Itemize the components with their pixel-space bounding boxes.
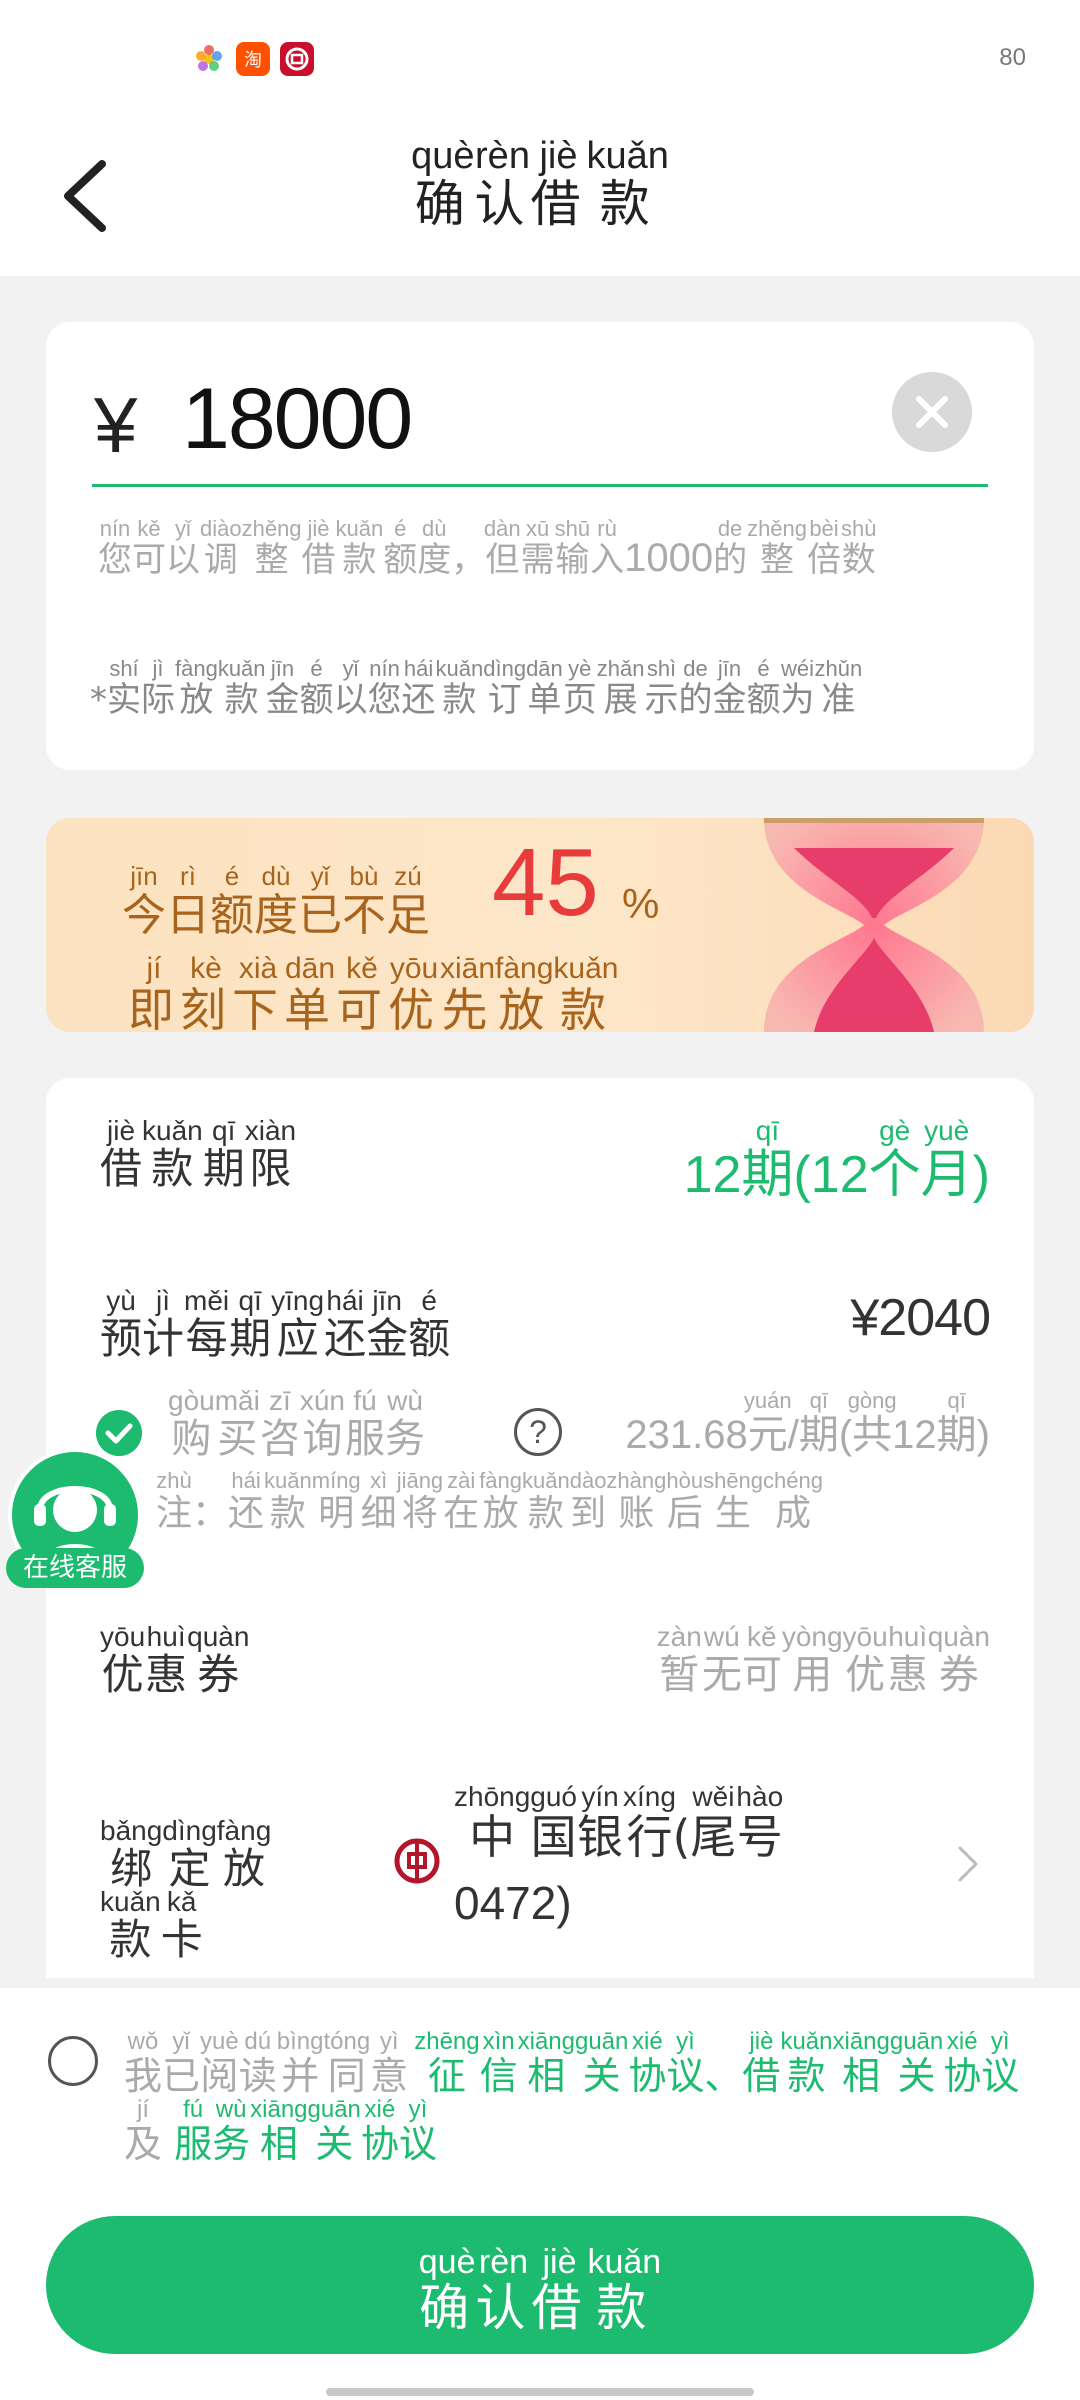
hint-number: 1000: [624, 536, 714, 580]
payment-value: ¥2040: [850, 1289, 991, 1347]
bottom-panel: 我wǒ已yǐ阅yuè读dú并bìng同tóng意yì 征zhēng信xìn相xi…: [0, 1988, 1080, 2400]
term-value[interactable]: 12期qī(12个gè月yuè): [683, 1115, 990, 1207]
agreement-radio[interactable]: [48, 2036, 98, 2086]
hourglass-icon: [764, 818, 984, 1032]
close-icon[interactable]: [892, 372, 972, 452]
term-unit: 期qī(12个gè月yuè): [741, 1115, 990, 1205]
notification-icons: 淘: [192, 42, 314, 76]
svg-text:淘: 淘: [244, 50, 262, 71]
battery-level: 80: [999, 44, 1026, 71]
agreement-text: 我wǒ已yǐ阅yuè读dú并bìng同tóng意yì 征zhēng信xìn相xi…: [124, 2030, 1044, 2172]
banner-subline: 即jí刻kè下xià单dān可kě优yōu先xiān放fàng款kuǎn: [128, 952, 619, 1033]
online-service-button[interactable]: 在线客服: [6, 1448, 144, 1590]
bank-app-icon: [280, 42, 314, 76]
confirm-loan-button[interactable]: 确què认rèn借jiè款kuǎn: [46, 2216, 1034, 2354]
loan-agreement-link[interactable]: 借jiè款kuǎn相xiāng关guān协xié议yì: [742, 2030, 1019, 2099]
amount-card: ¥ 18000 您nín可kě以yǐ调diào整zhěng借jiè款kuǎn额é…: [46, 322, 1034, 770]
service-note: 注zhù：还hái款kuǎn明míng细xì将jiāng在zài放fàng款ku…: [156, 1468, 823, 1535]
term-count: 12: [683, 1146, 742, 1204]
home-indicator[interactable]: [326, 2388, 754, 2396]
bank-name-text: 中zhōng国guó银yín行xíng(尾wěi号hào: [454, 1781, 784, 1865]
service-fee-amount: 231.68: [625, 1413, 748, 1457]
agreement-prefix: 我wǒ已yǐ阅yuè读dú并bìng同tóng意yì: [124, 2028, 409, 2099]
card-label: 绑bǎng定dìng放fàng款kuǎn卡kǎ: [100, 1815, 272, 1965]
note-text: 实shí际jì放fàng款kuǎn金jīn额é以yǐ您nín还hái款kuǎn订…: [107, 656, 863, 721]
payment-label: 预yù计jì每měi期qī应yīng还hái金jīn额é: [100, 1285, 451, 1364]
coupon-label: 优yōu惠huì券quàn: [100, 1621, 250, 1700]
bank-tail: 0472): [454, 1877, 572, 1929]
hint-text-pre: 您nín可kě以yǐ调diào整zhěng借jiè款kuǎn额é度dù，但dàn…: [98, 516, 625, 581]
amount-hint: 您nín可kě以yǐ调diào整zhěng借jiè款kuǎn额é度dù，但dàn…: [98, 518, 978, 583]
banner-percent: 45: [492, 829, 599, 936]
chevron-right-icon[interactable]: [956, 1844, 980, 1884]
banner-headline: 今jīn日rì额é度dù已yǐ不bù足zú: [122, 861, 430, 941]
hint-text-post: 的de整zhěng倍bèi数shù: [713, 516, 877, 581]
status-bar: 淘 80: [0, 0, 1080, 120]
banner-percent-sign: %: [622, 880, 660, 927]
service-label: 购gòu买mǎi咨zī询xún服fú务wù: [168, 1385, 425, 1463]
coupon-value[interactable]: 暂zàn无wú可kě用yòng优yōu惠huì券quàn: [657, 1623, 990, 1700]
confirm-button-label: 确què认rèn借jiè款kuǎn: [418, 2243, 662, 2337]
term-label: 借jiè款kuǎn期qī限xiàn: [100, 1115, 297, 1194]
loan-details-card: 借jiè款kuǎn期qī限xiàn 12期qī(12个gè月yuè) 预yù计j…: [46, 1078, 1034, 1978]
page-title: 确què认rèn借jiè款kuǎn: [411, 135, 669, 233]
online-service-label: 在线客服: [6, 1548, 144, 1588]
amount-note: *实shí际jì放fàng款kuǎn金jīn额é以yǐ您nín还hái款kuǎn…: [90, 658, 990, 721]
service-agreement-link[interactable]: 服fú务wù相xiāng关guān协xié议yì: [174, 2098, 437, 2167]
promo-banner[interactable]: 今jīn日rì额é度dù已yǐ不bù足zú 45 % 即jí刻kè下xià单dā…: [46, 818, 1034, 1032]
currency-symbol: ¥: [94, 381, 138, 469]
photos-app-icon: [196, 45, 222, 71]
agreement-join: 及jí: [124, 2096, 163, 2167]
service-fee: 231.68元yuán/期qī(共gòng12期qī): [625, 1390, 990, 1460]
bank-name[interactable]: 中zhōng国guó银yín行xíng(尾wěi号hào 0472): [454, 1781, 874, 1936]
loan-amount-input[interactable]: 18000: [182, 370, 413, 469]
question-icon[interactable]: ?: [514, 1408, 562, 1456]
service-fee-unit: 元yuán/期qī(共gòng12期qī): [743, 1388, 990, 1458]
bank-of-china-icon: [394, 1838, 440, 1884]
taobao-app-icon: 淘: [236, 42, 270, 76]
note-prefix: *: [90, 680, 107, 720]
credit-agreement-link[interactable]: 征zhēng信xìn相xiāng关guān协xié议yì、: [414, 2030, 742, 2099]
top-bar: 确què认rèn借jiè款kuǎn: [0, 120, 1080, 276]
amount-underline: [92, 484, 988, 487]
